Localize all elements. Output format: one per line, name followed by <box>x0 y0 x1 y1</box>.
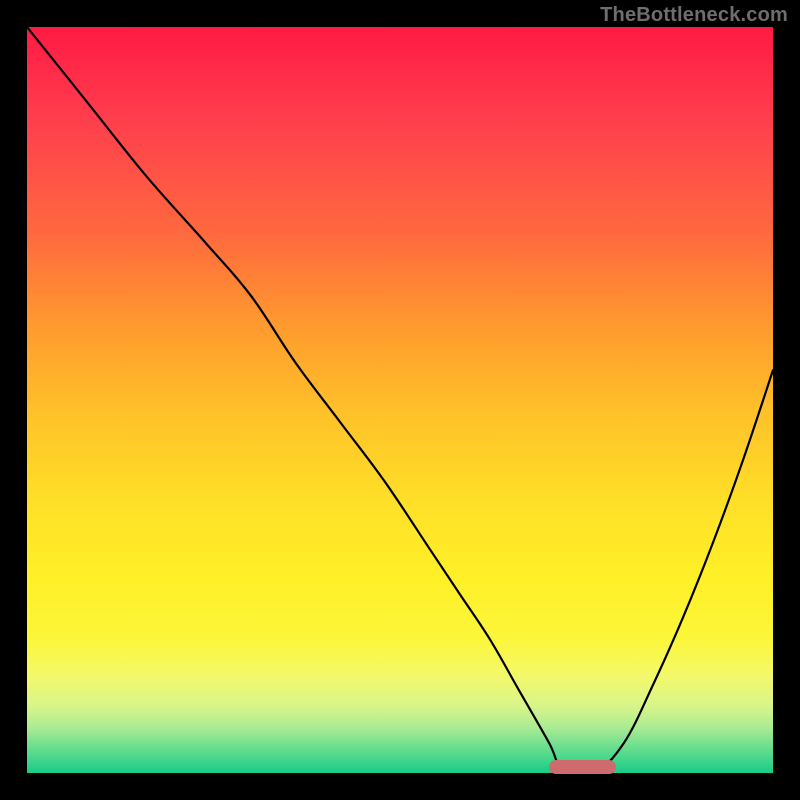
bottleneck-chart: TheBottleneck.com <box>0 0 800 800</box>
watermark-text: TheBottleneck.com <box>600 4 788 27</box>
optimal-range-marker <box>549 760 616 774</box>
plot-gradient-background <box>27 27 773 773</box>
